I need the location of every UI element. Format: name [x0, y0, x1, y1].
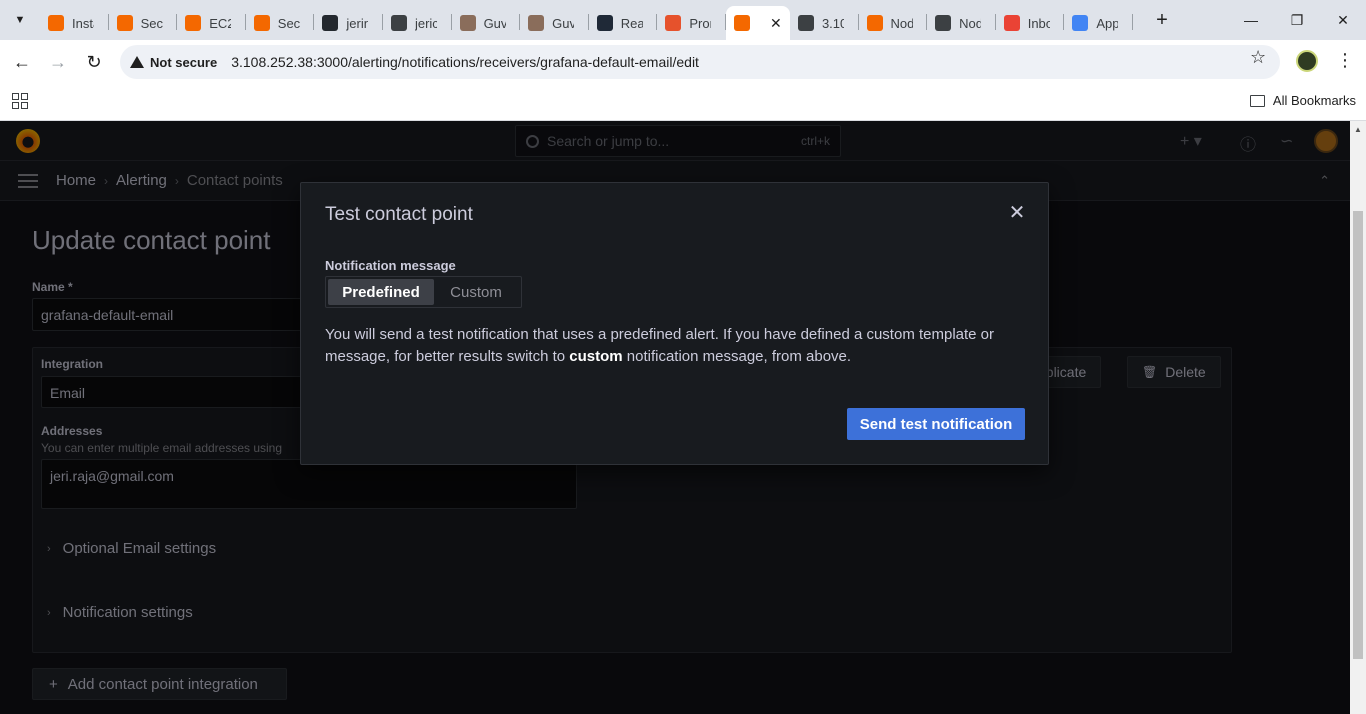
tab-favicon-icon — [1072, 15, 1089, 31]
browser-tab[interactable]: jerin — [314, 6, 383, 40]
tab-favicon-icon — [596, 15, 613, 31]
tab-close-icon[interactable]: ✕ — [770, 15, 782, 32]
test-contact-point-modal: Test contact point ✕ Notification messag… — [300, 182, 1049, 465]
apps-grid-icon[interactable] — [12, 93, 28, 109]
tab-favicon-icon — [116, 15, 133, 31]
bookmarks-bar: All Bookmarks — [0, 84, 1366, 121]
restore-icon[interactable]: ❐ — [1274, 0, 1320, 40]
tab-label: Guv — [483, 15, 506, 31]
back-arrow-icon[interactable]: ← — [8, 48, 36, 76]
tab-label: 3.10 — [821, 15, 844, 31]
tab-favicon-icon — [935, 15, 952, 31]
radio-predefined[interactable]: Predefined — [328, 279, 434, 305]
tab-label: Secu — [277, 15, 300, 31]
all-bookmarks-label: All Bookmarks — [1272, 93, 1356, 108]
browser-tab[interactable]: Inbo — [996, 6, 1065, 40]
close-window-icon[interactable]: ✕ — [1320, 0, 1366, 40]
page-scrollbar[interactable]: ▲ — [1350, 121, 1366, 714]
new-tab-plus-icon[interactable]: + — [1150, 8, 1174, 32]
tab-favicon-icon — [185, 15, 202, 31]
browser-tab[interactable]: jeric — [383, 6, 452, 40]
tab-label: Nod — [890, 15, 913, 31]
tab-label: jerin — [346, 15, 369, 31]
send-test-notification-button[interactable]: Send test notification — [847, 408, 1025, 440]
browser-tab-strip: ▼ Insta Secu EC2 Secu jerin jeric Guv Guv Reac Pr… — [0, 0, 1366, 40]
browser-tab[interactable]: 3.10 — [790, 6, 859, 40]
radio-custom[interactable]: Custom — [434, 279, 518, 305]
tab-label: jeric — [414, 15, 437, 31]
close-icon[interactable]: ✕ — [1006, 201, 1028, 224]
notification-message-label: Notification message — [325, 258, 456, 273]
tab-list: Insta Secu EC2 Secu jerin jeric Guv Guv Reac Pron… — [40, 6, 1133, 40]
browser-tab[interactable]: Reac — [589, 6, 658, 40]
tab-favicon-icon — [459, 15, 476, 31]
tab-label: Insta — [72, 15, 94, 31]
warning-triangle-icon — [130, 56, 144, 68]
browser-tab[interactable]: Nod — [927, 6, 996, 40]
tab-label: EC2 — [209, 15, 232, 31]
bookmark-star-icon[interactable]: ☆ — [1250, 47, 1266, 68]
not-secure-label: Not secure — [150, 54, 218, 70]
browser-tab[interactable]: Guv — [452, 6, 521, 40]
tab-label: Nod — [959, 15, 982, 31]
tab-favicon-icon — [733, 15, 750, 31]
browser-tab[interactable]: ✕ — [725, 6, 790, 40]
description-text-2: notification message, from above. — [622, 348, 852, 365]
tab-favicon-icon — [390, 15, 407, 31]
browser-tab[interactable]: EC2 — [177, 6, 246, 40]
security-chip[interactable]: Not secure — [130, 55, 217, 70]
url-text[interactable]: 3.108.252.38:3000/alerting/notifications… — [231, 54, 699, 70]
modal-title: Test contact point — [325, 204, 473, 225]
tab-favicon-icon — [48, 15, 64, 31]
browser-tab[interactable]: Nod — [859, 6, 928, 40]
tab-label: Pron — [689, 15, 711, 31]
tab-favicon-icon — [1003, 15, 1020, 31]
folder-icon — [1249, 94, 1265, 107]
tab-label: Reac — [620, 15, 643, 31]
tab-search-chevron-icon[interactable]: ▼ — [8, 8, 32, 32]
forward-arrow-icon[interactable]: → — [44, 48, 72, 76]
browser-tab[interactable]: Guv — [520, 6, 589, 40]
tab-favicon-icon — [866, 15, 883, 31]
tab-favicon-icon — [322, 15, 339, 31]
tab-favicon-icon — [528, 15, 545, 31]
scrollbar-thumb[interactable] — [1353, 211, 1363, 659]
tab-label: Inbo — [1027, 15, 1050, 31]
modal-description: You will send a test notification that u… — [325, 324, 1025, 368]
browser-tab[interactable]: App — [1064, 6, 1133, 40]
scroll-up-arrow-icon[interactable]: ▲ — [1354, 125, 1362, 134]
tab-label: Secu — [140, 15, 163, 31]
browser-tab[interactable]: Secu — [246, 6, 315, 40]
browser-tab[interactable]: Pron — [657, 6, 726, 40]
all-bookmarks-button[interactable]: All Bookmarks — [1249, 93, 1356, 108]
chrome-menu-icon[interactable]: ⋮ — [1336, 50, 1354, 71]
address-bar[interactable]: Not secure 3.108.252.38:3000/alerting/no… — [120, 45, 1280, 79]
description-bold-custom: custom — [569, 348, 623, 365]
browser-tab[interactable]: Secu — [109, 6, 178, 40]
message-type-radio-group: Predefined Custom — [325, 276, 522, 308]
profile-avatar[interactable] — [1296, 50, 1318, 72]
browser-tab[interactable]: Insta — [40, 6, 109, 40]
tab-favicon-icon — [665, 15, 682, 31]
tab-favicon-icon — [253, 15, 270, 31]
tab-label: App — [1096, 15, 1119, 31]
tab-favicon-icon — [797, 15, 814, 31]
reload-icon[interactable]: ↻ — [80, 48, 108, 76]
browser-toolbar: ← → ↻ Not secure 3.108.252.38:3000/alert… — [0, 40, 1366, 84]
minimize-icon[interactable]: — — [1228, 0, 1274, 40]
tab-label: Guv — [552, 15, 575, 31]
